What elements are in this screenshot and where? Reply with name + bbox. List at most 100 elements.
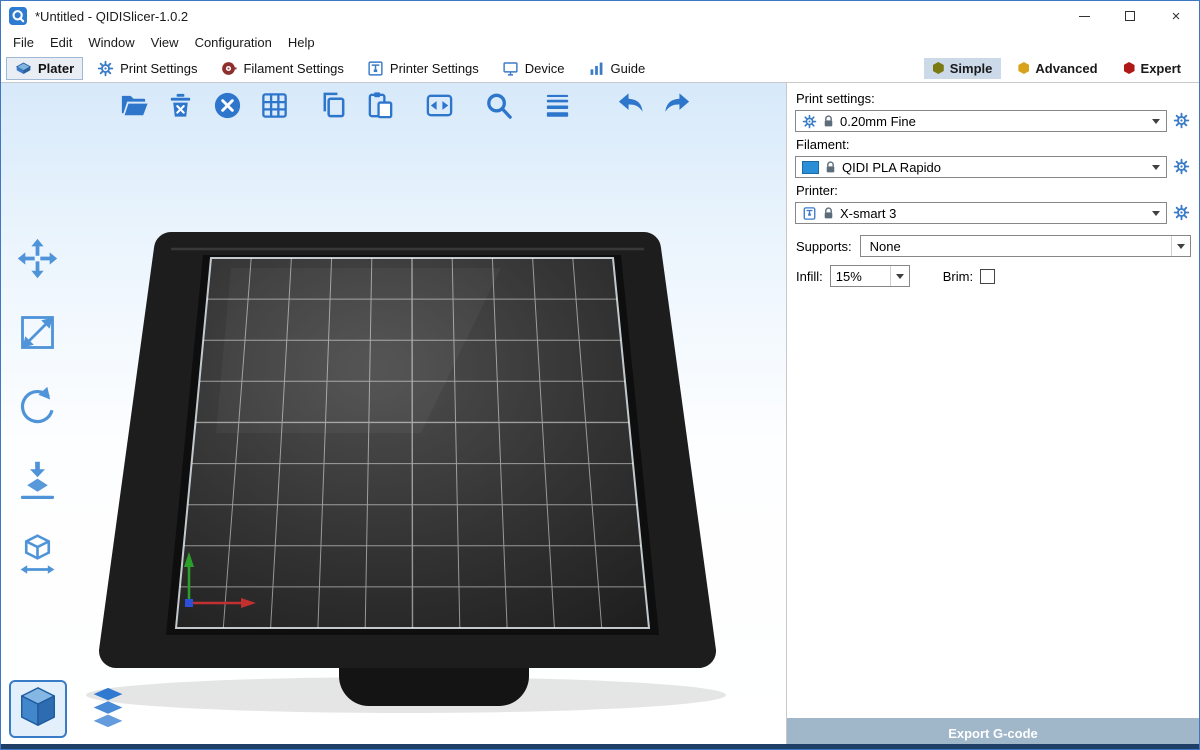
printer-icon (367, 60, 384, 77)
settings-sidebar: Print settings: 0.20mm Fine Filament: (786, 83, 1199, 748)
copy-button[interactable] (313, 88, 353, 128)
variable-layer-height-button[interactable] (537, 88, 577, 128)
split-objects-icon (424, 90, 455, 126)
print-settings-value: 0.20mm Fine (840, 114, 916, 129)
print-settings-label: Print settings: (796, 91, 1191, 106)
combo-separator (890, 266, 891, 286)
minimize-button[interactable] (1061, 1, 1107, 31)
tab-label: Printer Settings (390, 61, 479, 76)
filament-color-swatch (802, 161, 819, 174)
chevron-down-icon (1177, 244, 1185, 249)
filament-value: QIDI PLA Rapido (842, 160, 941, 175)
mode-advanced[interactable]: Advanced (1009, 58, 1106, 79)
printer-label: Printer: (796, 183, 1191, 198)
viewport-canvas[interactable] (1, 83, 786, 748)
menu-window[interactable]: Window (80, 33, 142, 52)
preview-layers-icon (85, 684, 131, 735)
measure-tool-button[interactable] (11, 531, 63, 583)
expert-mode-dot-icon (1124, 62, 1135, 74)
lock-icon (823, 115, 834, 128)
gear-icon (802, 114, 817, 129)
rotate-tool-button[interactable] (11, 383, 63, 435)
printer-combo[interactable]: X-smart 3 (795, 202, 1167, 224)
lock-icon (825, 161, 836, 174)
tab-plater[interactable]: Plater (6, 57, 83, 80)
viewport-toolbar (113, 88, 704, 128)
supports-label: Supports: (796, 239, 852, 254)
window-title: *Untitled - QIDISlicer-1.0.2 (35, 9, 188, 24)
chevron-down-icon (1152, 165, 1160, 170)
menu-file[interactable]: File (5, 33, 42, 52)
delete-icon (165, 90, 196, 126)
tab-device[interactable]: Device (493, 57, 574, 80)
3d-editor-view-icon (15, 684, 61, 735)
menu-edit[interactable]: Edit (42, 33, 80, 52)
printer-value: X-smart 3 (840, 206, 896, 221)
paste-button[interactable] (360, 88, 400, 128)
tab-label: Filament Settings (243, 61, 343, 76)
gizmo-toolbar (11, 235, 63, 583)
redo-button[interactable] (657, 88, 697, 128)
close-button[interactable]: × (1153, 1, 1199, 31)
place-on-face-tool-button[interactable] (11, 457, 63, 509)
tab-print-settings[interactable]: Print Settings (88, 57, 206, 80)
tab-label: Guide (611, 61, 646, 76)
maximize-button[interactable] (1107, 1, 1153, 31)
infill-combo[interactable]: 15% (830, 265, 910, 287)
redo-icon (662, 90, 693, 126)
tab-label: Plater (38, 61, 74, 76)
undo-button[interactable] (610, 88, 650, 128)
minimize-icon (1079, 16, 1090, 17)
filament-gear-button[interactable] (1173, 158, 1191, 176)
app-logo-icon (9, 7, 27, 25)
guide-bars-icon (588, 60, 605, 77)
move-tool-button[interactable] (11, 235, 63, 287)
mode-simple[interactable]: Simple (924, 58, 1002, 79)
arrange-button[interactable] (254, 88, 294, 128)
preview-layers-button[interactable] (79, 680, 137, 738)
app-window: *Untitled - QIDISlicer-1.0.2 × File Edit… (0, 0, 1200, 750)
mode-label: Expert (1141, 61, 1181, 76)
scale-tool-button[interactable] (11, 309, 63, 361)
menu-view[interactable]: View (143, 33, 187, 52)
filament-spool-icon (220, 60, 237, 77)
tab-printer-settings[interactable]: Printer Settings (358, 57, 488, 80)
copy-icon (318, 90, 349, 126)
printer-gear-button[interactable] (1173, 204, 1191, 222)
rotate-tool-icon (15, 384, 60, 434)
brim-checkbox[interactable] (980, 269, 995, 284)
maximize-icon (1125, 11, 1135, 21)
paste-icon (365, 90, 396, 126)
print-settings-gear-button[interactable] (1173, 112, 1191, 130)
undo-icon (615, 90, 646, 126)
title-bar: *Untitled - QIDISlicer-1.0.2 × (1, 1, 1199, 31)
tab-guide[interactable]: Guide (579, 57, 655, 80)
tab-label: Device (525, 61, 565, 76)
plater-icon (15, 60, 32, 77)
chevron-down-icon (896, 274, 904, 279)
filament-combo[interactable]: QIDI PLA Rapido (795, 156, 1167, 178)
mode-label: Simple (950, 61, 993, 76)
view-switch (9, 680, 137, 738)
tab-bar: Plater Print Settings Filament Settings … (1, 54, 1199, 83)
simple-mode-dot-icon (933, 62, 944, 74)
delete-button[interactable] (160, 88, 200, 128)
menu-help[interactable]: Help (280, 33, 323, 52)
delete-all-icon (212, 90, 243, 126)
search-button[interactable] (478, 88, 518, 128)
tab-filament-settings[interactable]: Filament Settings (211, 57, 352, 80)
split-objects-button[interactable] (419, 88, 459, 128)
menu-bar: File Edit Window View Configuration Help (1, 31, 1199, 54)
window-bottom-border (1, 744, 1199, 749)
search-icon (483, 90, 514, 126)
open-button[interactable] (113, 88, 153, 128)
delete-all-button[interactable] (207, 88, 247, 128)
3d-editor-view-button[interactable] (9, 680, 67, 738)
brim-label: Brim: (943, 269, 973, 284)
menu-configuration[interactable]: Configuration (187, 33, 280, 52)
lock-icon (823, 207, 834, 220)
gear-icon (97, 60, 114, 77)
print-settings-combo[interactable]: 0.20mm Fine (795, 110, 1167, 132)
supports-combo[interactable]: None (860, 235, 1191, 257)
mode-expert[interactable]: Expert (1115, 58, 1190, 79)
